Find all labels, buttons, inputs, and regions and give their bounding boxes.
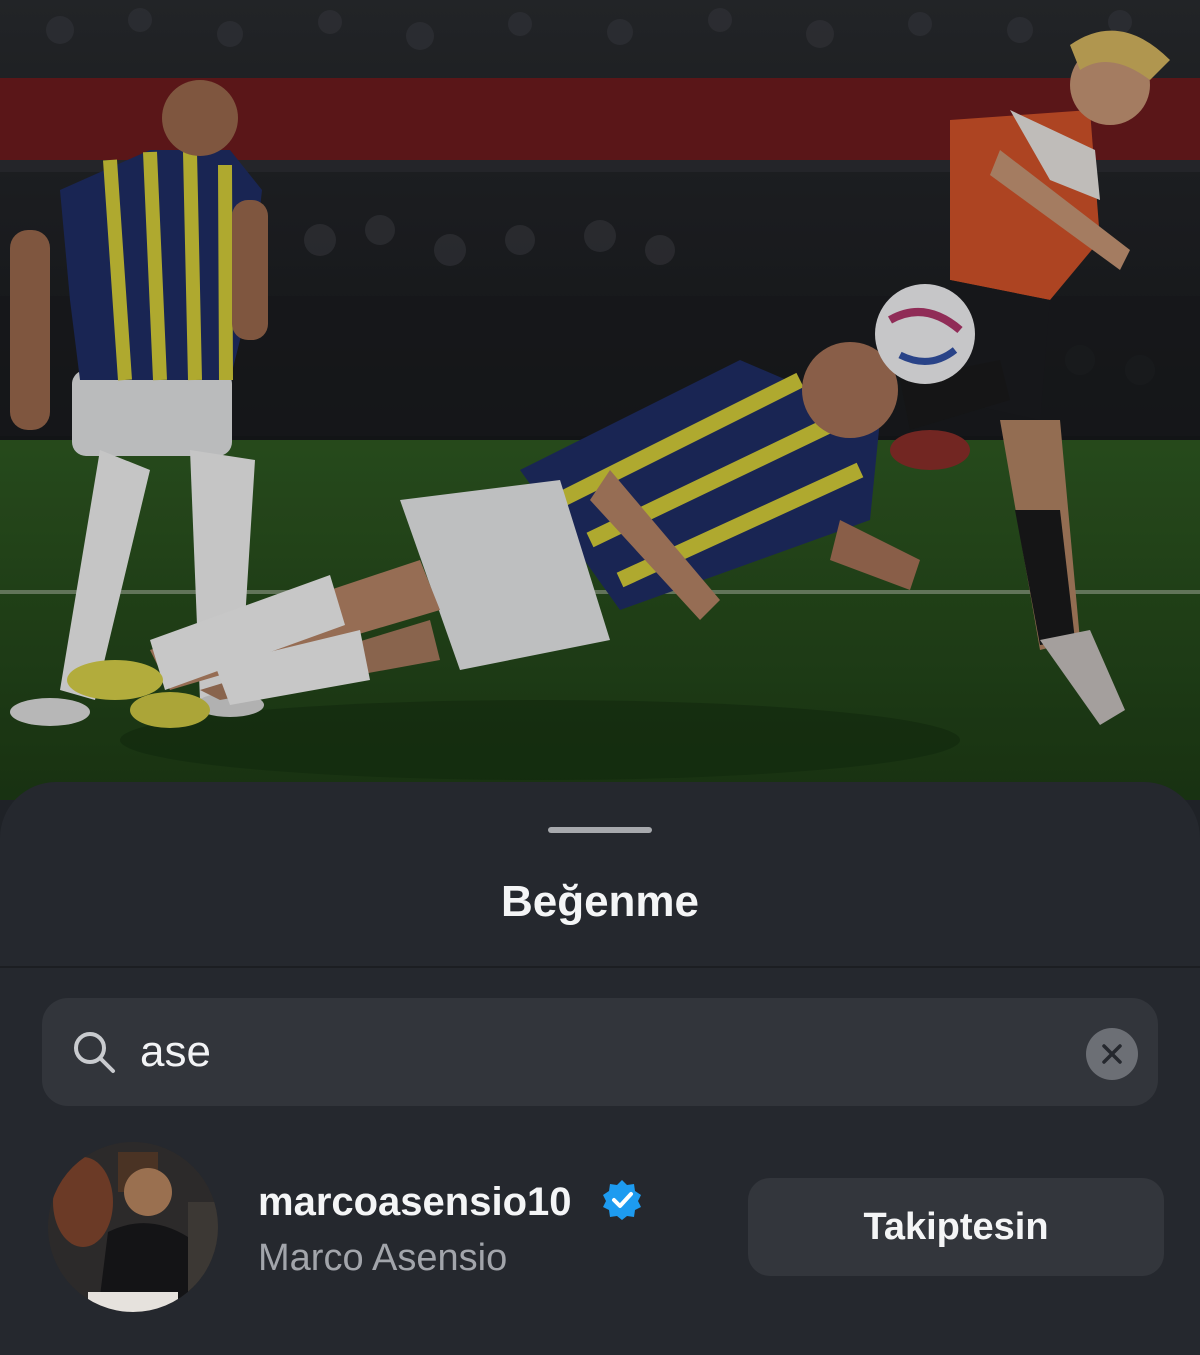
- football-match-illustration: [0, 0, 1200, 800]
- clear-search-button[interactable]: [1086, 1028, 1138, 1080]
- post-photo: [0, 0, 1200, 800]
- verified-badge-icon: [603, 1180, 641, 1220]
- search-bar[interactable]: [42, 998, 1158, 1106]
- sheet-grabber[interactable]: [548, 827, 652, 833]
- following-button[interactable]: Takiptesin: [748, 1178, 1164, 1276]
- user-list-item[interactable]: marcoasensio10 Marco Asensio Takiptesin: [0, 1136, 1200, 1316]
- search-icon: [74, 1032, 115, 1073]
- full-name: Marco Asensio: [258, 1237, 508, 1279]
- likes-sheet: Beğenme marcoasensio10: [0, 782, 1200, 1355]
- avatar-photo: [48, 1142, 218, 1312]
- sheet-divider: [0, 966, 1200, 968]
- search-input[interactable]: [140, 1018, 1060, 1086]
- sheet-title: Beğenme: [500, 877, 700, 926]
- avatar[interactable]: [48, 1142, 218, 1312]
- username[interactable]: marcoasensio10: [258, 1178, 572, 1226]
- clear-icon: [1102, 1044, 1122, 1064]
